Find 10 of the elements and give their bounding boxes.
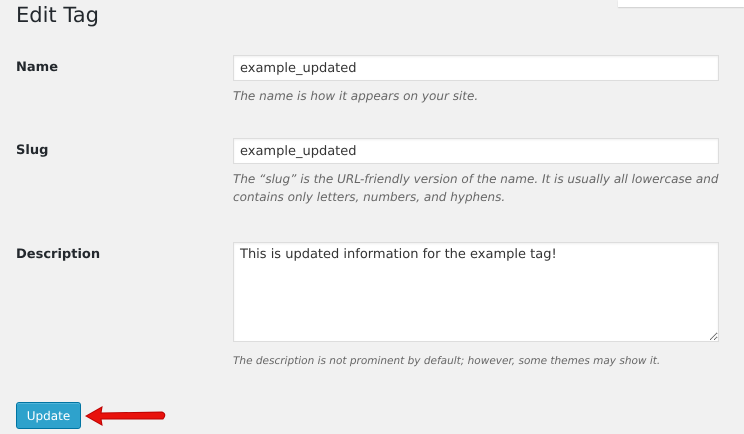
text-field[interactable]: example_updated [233, 138, 719, 164]
page-title: Edit Tag [16, 2, 99, 29]
field-label: Name [16, 59, 60, 77]
field-label: Description [16, 246, 102, 264]
text-field[interactable]: example_updated [233, 55, 719, 81]
help-text: The description is not prominent by default; however, some themes may show it. [233, 354, 662, 369]
field-label: Slug [16, 142, 50, 160]
description-field[interactable]: This is updated information for the example tag! [233, 242, 719, 342]
help-text: The “slug” is the URL-friendly version of the name. It is usually all lowercase and contains only letters, numbers, and hyphens. [233, 171, 720, 206]
help-text: The name is how it appears on your site. [233, 88, 480, 105]
